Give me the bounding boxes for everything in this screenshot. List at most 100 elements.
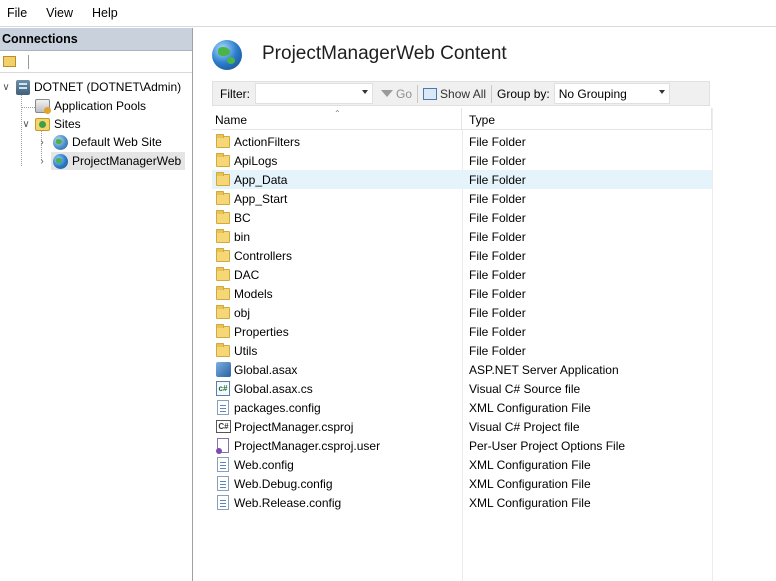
row-type: File Folder	[469, 286, 526, 301]
table-row[interactable]: Models File Folder	[212, 284, 712, 303]
folder-icon	[216, 323, 230, 338]
table-row[interactable]: packages.config XML Configuration File	[212, 398, 712, 417]
row-type: Visual C# Source file	[469, 381, 581, 396]
show-all-icon	[423, 87, 438, 100]
table-row[interactable]: c# Global.asax.cs Visual C# Source file	[212, 379, 712, 398]
table-row[interactable]: App_Start File Folder	[212, 189, 712, 208]
row-name-cell: BC	[216, 208, 251, 227]
config-file-icon	[217, 400, 229, 415]
go-label: Go	[396, 86, 413, 101]
website-globe-icon	[53, 134, 68, 150]
folder-icon	[216, 152, 230, 167]
table-row[interactable]: ProjectManager.csproj.user Per-User Proje…	[212, 436, 712, 455]
website-globe-icon	[212, 40, 242, 70]
table-row[interactable]: Web.Release.config XML Configuration File	[212, 493, 712, 512]
page-title: ProjectManagerWeb Content	[262, 43, 507, 64]
chevron-down-icon[interactable]: ∨	[21, 119, 31, 130]
row-type: XML Configuration File	[469, 495, 591, 510]
table-row[interactable]: obj File Folder	[212, 303, 712, 322]
row-type: File Folder	[469, 305, 526, 320]
toolbar-separator	[491, 84, 493, 103]
row-type: XML Configuration File	[469, 457, 591, 472]
row-type: XML Configuration File	[469, 476, 591, 491]
filter-label: Filter:	[220, 86, 250, 101]
row-name-cell: Web.config	[216, 455, 294, 474]
row-name-cell: App_Start	[216, 189, 287, 208]
config-file-icon	[217, 476, 229, 491]
table-row[interactable]: Utils File Folder	[212, 341, 712, 360]
tree-node-server[interactable]: DOTNET (DOTNET\Admin)	[15, 78, 181, 96]
row-type: File Folder	[469, 248, 526, 263]
table-row[interactable]: Properties File Folder	[212, 322, 712, 341]
menu-help[interactable]: Help	[92, 6, 118, 20]
row-type: File Folder	[469, 191, 526, 206]
user-file-icon	[216, 438, 229, 454]
row-name: Controllers	[234, 248, 293, 263]
row-name: ApiLogs	[234, 153, 278, 168]
column-header-name[interactable]: Name	[212, 108, 462, 130]
table-row[interactable]: Controllers File Folder	[212, 246, 712, 265]
tree-node-default-web-site[interactable]: Default Web Site	[53, 133, 162, 151]
row-name-cell: Web.Debug.config	[216, 474, 333, 493]
table-row[interactable]: ActionFilters File Folder	[212, 132, 712, 151]
row-name: Utils	[234, 343, 258, 358]
folder-icon	[216, 285, 230, 300]
table-row[interactable]: BC File Folder	[212, 208, 712, 227]
cs-file-icon: c#	[216, 381, 230, 396]
row-name: Global.asax	[234, 362, 298, 377]
chevron-down-icon[interactable]	[362, 90, 368, 94]
row-type: Per-User Project Options File	[469, 438, 626, 453]
row-name: BC	[234, 210, 251, 225]
row-name-cell: ProjectManager.csproj.user	[216, 436, 380, 455]
row-type: Visual C# Project file	[469, 419, 580, 434]
row-name: packages.config	[234, 400, 321, 415]
group-by-select[interactable]: No Grouping	[553, 83, 670, 104]
table-row[interactable]: DAC File Folder	[212, 265, 712, 284]
chevron-down-icon[interactable]	[658, 90, 665, 94]
tree-node-label: Application Pools	[54, 99, 147, 113]
table-row[interactable]: C# ProjectManager.csproj Visual C# Project…	[212, 417, 712, 436]
row-name: Models	[234, 286, 273, 301]
chevron-down-icon[interactable]: ∨	[1, 82, 11, 93]
tree-node-sites[interactable]: Sites	[35, 115, 81, 133]
folder-icon	[216, 266, 230, 281]
row-name: App_Start	[234, 191, 288, 206]
go-button[interactable]: Go	[381, 87, 412, 101]
column-header-type[interactable]: Type	[463, 108, 712, 130]
row-name-cell: c# Global.asax.cs	[216, 379, 313, 398]
row-name: Global.asax.cs	[234, 381, 313, 396]
row-name-cell: Models	[216, 284, 273, 303]
folder-icon	[216, 228, 230, 243]
table-row[interactable]: ApiLogs File Folder	[212, 151, 712, 170]
content-grid: ⌃ Name Type ActionFilters File Folder ApiL…	[212, 108, 713, 581]
filter-input[interactable]	[255, 83, 373, 104]
row-type: File Folder	[469, 229, 526, 244]
table-row[interactable]: App_Data File Folder	[212, 170, 712, 189]
tree-node-project-manager-web[interactable]: ProjectManagerWeb	[51, 152, 186, 170]
chevron-right-icon[interactable]: ›	[37, 137, 47, 148]
row-name: ProjectManager.csproj	[234, 419, 354, 434]
table-row[interactable]: bin File Folder	[212, 227, 712, 246]
row-type: File Folder	[469, 343, 526, 358]
row-name-cell: packages.config	[216, 398, 321, 417]
filter-bar: Filter: Go Show All Group by: No Groupin…	[212, 81, 710, 106]
folder-icon	[216, 342, 230, 357]
toolbar-separator	[417, 84, 419, 103]
row-name: Web.Release.config	[234, 495, 342, 510]
row-name-cell: Global.asax	[216, 360, 297, 379]
chevron-right-icon[interactable]: ›	[37, 156, 47, 167]
folder-icon	[216, 171, 230, 186]
toolbar-separator	[28, 54, 29, 69]
row-name: bin	[234, 229, 251, 244]
folder-icon	[216, 190, 230, 205]
table-row[interactable]: Web.config XML Configuration File	[212, 455, 712, 474]
show-all-button[interactable]: Show All	[423, 87, 486, 101]
tree-node-app-pools[interactable]: Application Pools	[35, 97, 146, 115]
connect-icon[interactable]	[3, 56, 16, 67]
menu-file[interactable]: File	[7, 6, 27, 20]
row-name: Properties	[234, 324, 289, 339]
table-row[interactable]: Web.Debug.config XML Configuration File	[212, 474, 712, 493]
table-row[interactable]: Global.asax ASP.NET Server Application	[212, 360, 712, 379]
menu-view[interactable]: View	[46, 6, 73, 20]
application-pools-icon	[35, 99, 51, 114]
